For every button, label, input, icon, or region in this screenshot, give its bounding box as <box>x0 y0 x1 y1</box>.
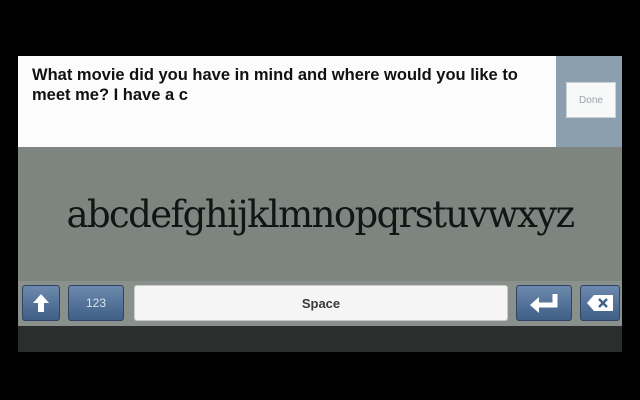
done-panel: Done <box>556 56 622 147</box>
key-bar: 123 Space <box>18 281 622 326</box>
backspace-icon <box>587 295 613 311</box>
backspace-key[interactable] <box>580 285 620 321</box>
return-arrow-icon <box>530 294 558 313</box>
shift-key[interactable] <box>22 285 60 321</box>
up-arrow-icon <box>33 294 49 312</box>
keyboard-screen: What movie did you have in mind and wher… <box>18 56 622 352</box>
alphabet-strip[interactable]: abcdefghijklmnopqrstuvwxyz <box>18 193 622 237</box>
letter-gesture-area[interactable]: abcdefghijklmnopqrstuvwxyz <box>18 147 622 281</box>
text-entry-field[interactable]: What movie did you have in mind and wher… <box>18 56 556 147</box>
done-button[interactable]: Done <box>566 82 616 118</box>
numbers-key[interactable]: 123 <box>68 285 124 321</box>
space-key[interactable]: Space <box>134 285 508 321</box>
bottom-strip <box>18 326 622 352</box>
text-entry-value: What movie did you have in mind and wher… <box>32 66 518 104</box>
enter-key[interactable] <box>516 285 572 321</box>
